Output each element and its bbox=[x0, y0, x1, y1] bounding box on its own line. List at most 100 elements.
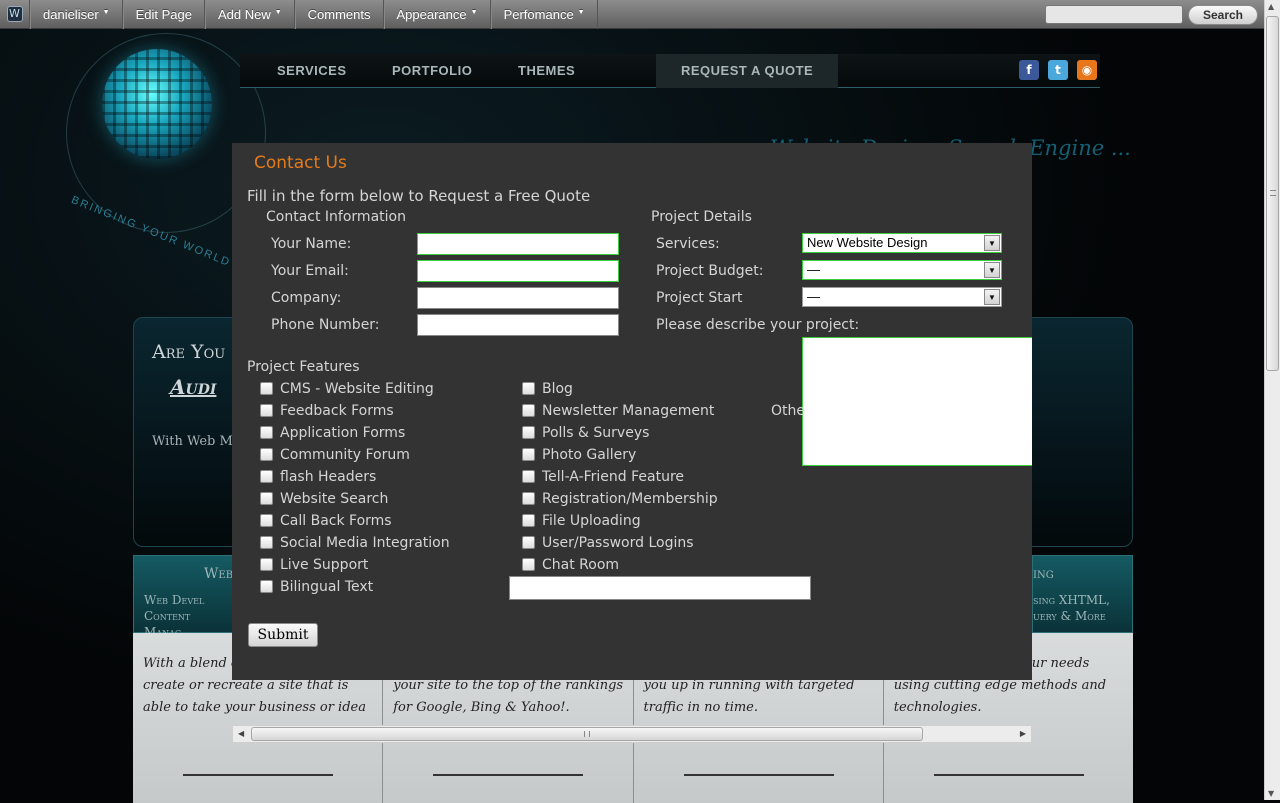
scroll-left-icon[interactable]: ◀ bbox=[238, 729, 244, 738]
nav-portfolio[interactable]: PORTFOLIO bbox=[392, 54, 472, 88]
caret-down-icon: ▼ bbox=[102, 8, 110, 16]
caret-down-icon: ▼ bbox=[577, 8, 585, 16]
vertical-scroll-thumb[interactable] bbox=[1266, 16, 1279, 371]
admin-bar: W danieliser ▼ Edit Page Add New ▼ Comment… bbox=[0, 0, 1264, 29]
name-label: Your Name: bbox=[271, 236, 352, 252]
feature-label: Call Back Forms bbox=[280, 513, 392, 529]
feature-checkbox[interactable] bbox=[522, 558, 535, 571]
submit-button[interactable]: Submit bbox=[248, 623, 318, 647]
scroll-right-icon[interactable]: ▶ bbox=[1020, 729, 1026, 738]
company-field[interactable] bbox=[417, 287, 619, 309]
feature-checkbox[interactable] bbox=[260, 382, 273, 395]
feature-checkbox[interactable] bbox=[522, 492, 535, 505]
feature-checkbox[interactable] bbox=[522, 536, 535, 549]
feature-label: Social Media Integration bbox=[280, 535, 450, 551]
contact-info-heading: Contact Information bbox=[266, 209, 406, 225]
feature-checkbox[interactable] bbox=[522, 426, 535, 439]
panel-title: Are You bbox=[152, 341, 226, 363]
company-label: Company: bbox=[271, 290, 342, 306]
feature-checkbox[interactable] bbox=[522, 448, 535, 461]
feature-label: CMS - Website Editing bbox=[280, 381, 434, 397]
service-tab-dev[interactable]: ing sing XHTML, uery & More bbox=[1032, 555, 1133, 633]
feature-label: Photo Gallery bbox=[542, 447, 637, 463]
feature-label: Registration/Membership bbox=[542, 491, 718, 507]
feature-label: Newsletter Management bbox=[542, 403, 715, 419]
other-feature-field[interactable] bbox=[509, 576, 811, 600]
phone-field[interactable] bbox=[417, 314, 619, 336]
admin-menu-user[interactable]: danieliser ▼ bbox=[30, 0, 123, 29]
feature-checkbox[interactable] bbox=[260, 492, 273, 505]
name-field[interactable] bbox=[417, 233, 619, 255]
scroll-up-icon[interactable]: ▲ bbox=[1268, 2, 1274, 11]
rss-icon[interactable]: ◉ bbox=[1077, 60, 1097, 80]
admin-menu-comments[interactable]: Comments bbox=[294, 0, 384, 29]
vertical-scrollbar[interactable]: ▲ ▼ bbox=[1264, 0, 1280, 800]
dropdown-arrow-icon: ▼ bbox=[984, 262, 1000, 278]
globe-icon bbox=[102, 49, 212, 159]
feature-label: Application Forms bbox=[280, 425, 406, 441]
feature-checkbox[interactable] bbox=[260, 536, 273, 549]
feature-label: flash Headers bbox=[280, 469, 377, 485]
feature-label: Polls & Surveys bbox=[542, 425, 650, 441]
caret-down-icon: ▼ bbox=[274, 8, 282, 16]
feature-label: User/Password Logins bbox=[542, 535, 694, 551]
email-label: Your Email: bbox=[271, 263, 349, 279]
modal-title: Contact Us bbox=[254, 153, 347, 173]
budget-label: Project Budget: bbox=[656, 263, 764, 279]
form-intro: Fill in the form below to Request a Free… bbox=[247, 187, 591, 205]
modal-horizontal-scrollbar[interactable]: ◀ ▶ bbox=[232, 725, 1032, 743]
budget-select[interactable]: — ▼ bbox=[802, 260, 1002, 280]
admin-menu-performance[interactable]: Perfomance ▼ bbox=[490, 0, 598, 29]
admin-search-button[interactable]: Search bbox=[1188, 5, 1258, 25]
start-select[interactable]: — ▼ bbox=[802, 287, 1002, 307]
other-label: Othe bbox=[771, 403, 805, 419]
features-heading: Project Features bbox=[247, 359, 360, 375]
caret-down-icon: ▼ bbox=[470, 8, 478, 16]
dropdown-arrow-icon: ▼ bbox=[984, 289, 1000, 305]
feature-checkbox[interactable] bbox=[260, 514, 273, 527]
feature-checkbox[interactable] bbox=[260, 404, 273, 417]
start-label: Project Start bbox=[656, 290, 743, 306]
wordpress-logo-button[interactable]: W bbox=[0, 0, 30, 29]
feature-checkbox[interactable] bbox=[522, 514, 535, 527]
feature-label: Website Search bbox=[280, 491, 389, 507]
admin-menu-add-new[interactable]: Add New ▼ bbox=[204, 0, 295, 29]
email-field[interactable] bbox=[417, 260, 619, 282]
feature-label: File Uploading bbox=[542, 513, 641, 529]
services-select[interactable]: New Website Design ▼ bbox=[802, 233, 1002, 253]
dropdown-arrow-icon: ▼ bbox=[984, 235, 1000, 251]
admin-menu-appearance[interactable]: Appearance ▼ bbox=[383, 0, 491, 29]
panel-subtitle: Audi bbox=[170, 375, 217, 399]
facebook-icon[interactable]: f bbox=[1019, 60, 1039, 80]
panel-text: With Web Marketing a can help to get eve… bbox=[152, 434, 242, 449]
horizontal-scroll-thumb[interactable] bbox=[251, 727, 923, 741]
nav-request-quote[interactable]: REQUEST A QUOTE bbox=[656, 54, 839, 88]
scroll-down-icon[interactable]: ▼ bbox=[1268, 789, 1274, 798]
feature-checkbox[interactable] bbox=[260, 558, 273, 571]
project-details-heading: Project Details bbox=[651, 209, 752, 225]
feature-checkbox[interactable] bbox=[522, 470, 535, 483]
feature-checkbox[interactable] bbox=[522, 382, 535, 395]
feature-checkbox[interactable] bbox=[260, 448, 273, 461]
feature-checkbox[interactable] bbox=[260, 580, 273, 593]
feature-label: Community Forum bbox=[280, 447, 410, 463]
nav-themes[interactable]: THEMES bbox=[518, 54, 575, 88]
describe-label: Please describe your project: bbox=[656, 317, 860, 333]
admin-menu-edit-page[interactable]: Edit Page bbox=[122, 0, 205, 29]
feature-checkbox[interactable] bbox=[260, 426, 273, 439]
feature-label: Feedback Forms bbox=[280, 403, 394, 419]
service-tab-web[interactable]: Web Web Devel Content Manag bbox=[133, 555, 233, 639]
project-description-field[interactable] bbox=[802, 337, 1032, 466]
phone-label: Phone Number: bbox=[271, 317, 380, 333]
site-nav: SERVICES PORTFOLIO THEMES REQUEST A QUOT… bbox=[240, 54, 1100, 88]
nav-services[interactable]: SERVICES bbox=[277, 54, 347, 88]
twitter-icon[interactable]: t bbox=[1048, 60, 1068, 80]
feature-label: Bilingual Text bbox=[280, 579, 374, 595]
admin-search-input[interactable] bbox=[1045, 5, 1183, 24]
feature-checkbox[interactable] bbox=[260, 470, 273, 483]
services-label: Services: bbox=[656, 236, 720, 252]
feature-label: Chat Room bbox=[542, 557, 620, 573]
feature-label: Live Support bbox=[280, 557, 369, 573]
feature-checkbox[interactable] bbox=[522, 404, 535, 417]
wordpress-icon: W bbox=[6, 6, 23, 22]
